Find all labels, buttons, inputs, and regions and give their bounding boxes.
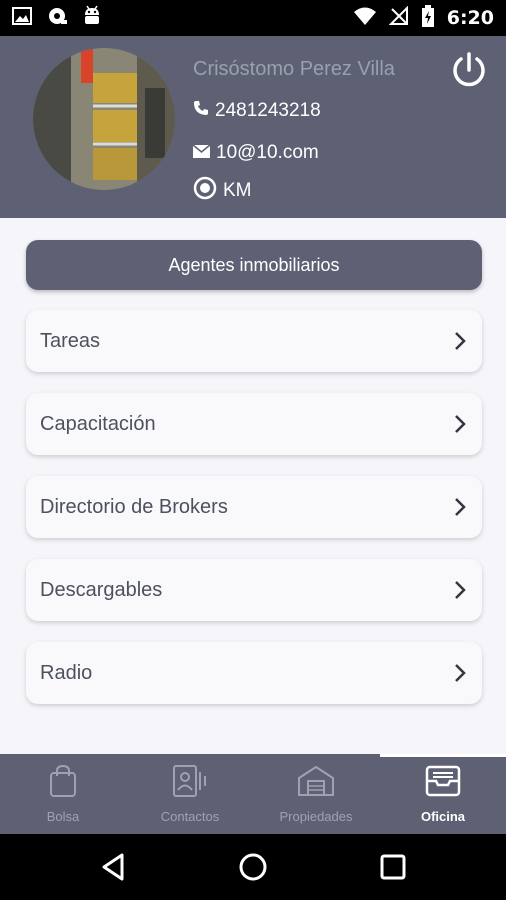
- chevron-right-icon: [452, 496, 468, 518]
- home-icon[interactable]: [236, 850, 270, 884]
- battery-charging-icon: [421, 4, 435, 32]
- no-signal-icon: [388, 5, 409, 31]
- phone-row: 2481243218: [193, 100, 321, 122]
- bottom-tab-bar: Bolsa Contactos Propiedades Oficina: [0, 754, 506, 834]
- chevron-right-icon: [452, 579, 468, 601]
- tab-label: Bolsa: [46, 809, 80, 824]
- tab-contactos[interactable]: Contactos: [127, 754, 253, 834]
- menu-item-label: Radio: [40, 661, 93, 684]
- bag-icon: [48, 764, 78, 803]
- mail-icon: [192, 142, 211, 164]
- menu-item-capacitacion[interactable]: Capacitación: [26, 393, 482, 455]
- tab-oficina[interactable]: Oficina: [380, 754, 506, 834]
- tab-label: Contactos: [160, 809, 220, 824]
- menu-item-directorio-brokers[interactable]: Directorio de Brokers: [26, 476, 482, 538]
- recents-icon[interactable]: [376, 850, 410, 884]
- status-bar: 6:20: [0, 0, 506, 36]
- image-icon: [12, 6, 32, 31]
- android-icon: [82, 5, 102, 32]
- status-time: 6:20: [446, 7, 494, 29]
- avatar[interactable]: [33, 48, 175, 190]
- unit-row: KM: [193, 176, 252, 206]
- menu-item-label: Directorio de Brokers: [40, 495, 228, 518]
- profile-header: Crisóstomo Perez Villa 2481243218 10@10.…: [0, 36, 506, 218]
- main-content: Agentes inmobiliarios Tareas Capacitació…: [0, 218, 506, 754]
- profile-email[interactable]: 10@10.com: [216, 142, 319, 164]
- phone-icon: [193, 100, 209, 122]
- email-row: 10@10.com: [192, 142, 319, 164]
- profile-name: Crisóstomo Perez Villa: [193, 58, 395, 80]
- menu-item-descargables[interactable]: Descargables: [26, 559, 482, 621]
- tab-label: Propiedades: [279, 809, 353, 824]
- profile-phone[interactable]: 2481243218: [215, 100, 321, 122]
- menu-item-label: Descargables: [40, 578, 163, 601]
- chevron-right-icon: [452, 330, 468, 352]
- system-nav-bar: [0, 834, 506, 900]
- tab-propiedades[interactable]: Propiedades: [253, 754, 379, 834]
- wifi-icon: [353, 6, 377, 31]
- menu-item-radio[interactable]: Radio: [26, 642, 482, 704]
- headset-icon: [46, 6, 68, 31]
- power-icon[interactable]: [450, 51, 488, 89]
- chevron-right-icon: [452, 662, 468, 684]
- tab-label: Oficina: [420, 809, 466, 824]
- agentes-inmobiliarios-button[interactable]: Agentes inmobiliarios: [26, 240, 482, 290]
- profile-unit: KM: [223, 180, 252, 201]
- contacts-icon: [172, 764, 208, 803]
- menu-item-label: Capacitación: [40, 412, 156, 435]
- chevron-right-icon: [452, 413, 468, 435]
- tab-bolsa[interactable]: Bolsa: [0, 754, 126, 834]
- radio-selected-icon[interactable]: [193, 176, 217, 206]
- back-icon[interactable]: [96, 850, 130, 884]
- menu-item-tareas[interactable]: Tareas: [26, 310, 482, 372]
- inbox-icon: [424, 764, 462, 803]
- menu-item-label: Tareas: [40, 329, 101, 352]
- warehouse-icon: [296, 764, 336, 803]
